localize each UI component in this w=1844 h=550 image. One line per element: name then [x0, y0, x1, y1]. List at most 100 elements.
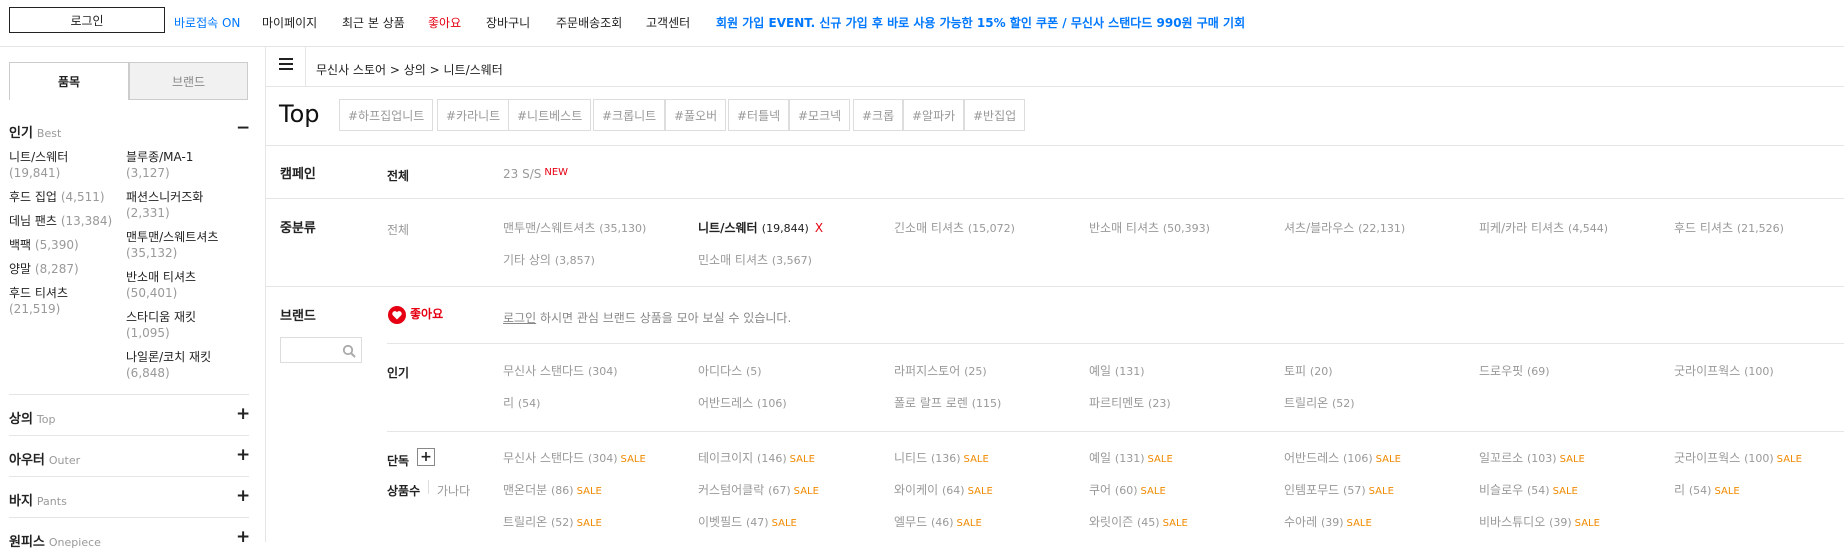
top-link[interactable]: 장바구니: [486, 14, 530, 31]
brand-search-input[interactable]: [280, 337, 362, 363]
brand-item[interactable]: 예일 (131) SALE: [1089, 449, 1173, 466]
middle-category-item[interactable]: 기타 상의 (3,857): [503, 251, 595, 268]
middle-category-item[interactable]: 반소매 티셔츠 (50,393): [1089, 219, 1210, 236]
top-link[interactable]: 회원 가입 EVENT. 신규 가입 후 바로 사용 가능한 15% 할인 쿠폰…: [716, 14, 1245, 31]
brand-item[interactable]: 무신사 스탠다드 (304): [503, 362, 618, 379]
hashtag-button[interactable]: #크롭: [853, 99, 904, 131]
middle-category-item[interactable]: 긴소매 티셔츠 (15,072): [894, 219, 1015, 236]
brand-item[interactable]: 인템포무드 (57) SALE: [1284, 481, 1394, 498]
brand-item[interactable]: 수아레 (39) SALE: [1284, 513, 1372, 530]
brand-item[interactable]: 아디다스 (5): [698, 362, 762, 379]
top-link[interactable]: 마이페이지: [262, 14, 317, 31]
middle-category-item[interactable]: 셔츠/블라우스 (22,131): [1284, 219, 1405, 236]
campaign-item[interactable]: 23 S/S NEW: [503, 167, 568, 181]
plus-icon[interactable]: +: [417, 448, 435, 466]
brand-item[interactable]: 굿라이프웍스 (100): [1674, 362, 1774, 379]
brand-item[interactable]: 어반드레스 (106) SALE: [1284, 449, 1401, 466]
login-link[interactable]: 로그인: [503, 311, 536, 325]
middle-category-item[interactable]: 맨투맨/스웨트셔츠 (35,130): [503, 219, 646, 236]
brand-item[interactable]: 파르티멘토 (23): [1089, 394, 1171, 411]
expand-icon[interactable]: +: [236, 486, 250, 506]
middle-category-item[interactable]: 후드 티셔츠 (21,526): [1674, 219, 1784, 236]
hashtag-button[interactable]: #카라니트: [437, 99, 510, 131]
hashtag-button[interactable]: #니트베스트: [508, 99, 592, 131]
sidebar-section-top[interactable]: 상의 Top: [9, 408, 55, 427]
popular-category-item[interactable]: 스타디움 재킷 (1,095): [126, 309, 196, 341]
brand-item[interactable]: 라퍼지스토어 (25): [894, 362, 987, 379]
brand-item[interactable]: 트릴리온 (52) SALE: [503, 513, 602, 530]
like-filter-button[interactable]: 좋아요: [388, 305, 443, 324]
campaign-all[interactable]: 전체: [387, 167, 409, 184]
brand-item[interactable]: 예일 (131): [1089, 362, 1145, 379]
menu-icon[interactable]: [279, 58, 293, 70]
brand-item[interactable]: 비슬로우 (54) SALE: [1479, 481, 1578, 498]
sidebar-section-onepiece[interactable]: 원피스 Onepiece: [9, 531, 101, 550]
middle-category-item[interactable]: 피케/카라 티셔츠 (4,544): [1479, 219, 1608, 236]
sort-by-count[interactable]: 상품수: [387, 482, 420, 499]
search-icon[interactable]: [342, 344, 356, 358]
top-link[interactable]: 주문배송조회: [556, 14, 622, 31]
hashtag-button[interactable]: #알파카: [903, 99, 965, 131]
top-link[interactable]: 바로접속 ON: [174, 14, 240, 31]
sort-by-name[interactable]: 가나다: [437, 482, 470, 499]
popular-category-item[interactable]: 니트/스웨터 (19,841): [9, 149, 124, 181]
popular-category-item[interactable]: 백팩 (5,390): [9, 237, 124, 253]
tab-category[interactable]: 품목: [9, 62, 129, 100]
top-bar: 로그인 바로접속 ON 마이페이지 최근 본 상품 좋아요 장바구니 주문배송조회 고객센터…: [0, 0, 1844, 47]
popular-category-item[interactable]: 데님 팬츠 (13,384): [9, 213, 124, 229]
brand-item[interactable]: 맨온더분 (86) SALE: [503, 481, 602, 498]
top-link[interactable]: 최근 본 상품: [342, 14, 405, 31]
middle-category-all[interactable]: 전체: [387, 221, 409, 238]
brand-item[interactable]: 드로우핏 (69): [1479, 362, 1550, 379]
tab-brand[interactable]: 브랜드: [129, 62, 248, 100]
top-link[interactable]: 고객센터: [646, 14, 690, 31]
login-button[interactable]: 로그인: [9, 7, 165, 33]
hashtag-button[interactable]: #하프집업니트: [339, 99, 434, 131]
popular-category-item[interactable]: 패션스니커즈화 (2,331): [126, 189, 203, 221]
category-count: (4,511): [60, 190, 105, 204]
brand-item[interactable]: 토피 (20): [1284, 362, 1333, 379]
brand-item[interactable]: 와릿이즌 (45) SALE: [1089, 513, 1188, 530]
brand-item[interactable]: 리 (54): [503, 394, 540, 411]
sidebar-section-outer[interactable]: 아우터 Outer: [9, 449, 80, 468]
brand-item[interactable]: 비바스튜디오 (39) SALE: [1479, 513, 1600, 530]
sidebar-section-pants[interactable]: 바지 Pants: [9, 490, 67, 509]
expand-icon[interactable]: +: [236, 445, 250, 465]
hashtag-button[interactable]: #반집업: [964, 99, 1026, 131]
brand-item[interactable]: 이벳필드 (47) SALE: [698, 513, 797, 530]
hashtag-button[interactable]: #풀오버: [665, 99, 727, 131]
brand-name: 비슬로우: [1479, 483, 1524, 497]
brand-item[interactable]: 어반드레스 (106): [698, 394, 787, 411]
middle-category-item[interactable]: 니트/스웨터 (19,844) X: [698, 219, 823, 236]
top-link[interactable]: 좋아요: [428, 14, 461, 31]
brand-item[interactable]: 일꼬르소 (103) SALE: [1479, 449, 1585, 466]
hashtag-button[interactable]: #크롭니트: [593, 99, 666, 131]
expand-icon[interactable]: +: [236, 527, 250, 547]
brand-item[interactable]: 쿠어 (60) SALE: [1089, 481, 1166, 498]
popular-category-item[interactable]: 양말 (8,287): [9, 261, 124, 277]
collapse-icon[interactable]: −: [236, 118, 250, 138]
hashtag-button[interactable]: #모크넥: [789, 99, 851, 131]
popular-category-item[interactable]: 반소매 티셔츠 (50,401): [126, 269, 196, 301]
expand-icon[interactable]: +: [236, 404, 250, 424]
brand-item[interactable]: 무신사 스탠다드 (304) SALE: [503, 449, 646, 466]
popular-category-item[interactable]: 맨투맨/스웨트셔츠 (35,132): [126, 229, 218, 261]
hashtag-button[interactable]: #터틀넥: [728, 99, 790, 131]
middle-category-item[interactable]: 민소매 티셔츠 (3,567): [698, 251, 812, 268]
brand-item[interactable]: 커스텀어클락 (67) SALE: [698, 481, 819, 498]
brand-item[interactable]: 굿라이프웍스 (100) SALE: [1674, 449, 1802, 466]
popular-category-item[interactable]: 블루종/MA-1 (3,127): [126, 149, 193, 181]
brand-item[interactable]: 와이케이 (64) SALE: [894, 481, 993, 498]
brand-item[interactable]: 폴로 랄프 로렌 (115): [894, 394, 1001, 411]
popular-category-item[interactable]: 후드 티셔츠 (21,519): [9, 285, 124, 317]
section-popular-title[interactable]: 인기 Best: [9, 122, 61, 141]
brand-item[interactable]: 트릴리온 (52): [1284, 394, 1355, 411]
brand-item[interactable]: 니티드 (136) SALE: [894, 449, 989, 466]
popular-category-item[interactable]: 나일론/코치 재킷 (6,848): [126, 349, 211, 381]
brand-item[interactable]: 테이크이지 (146) SALE: [698, 449, 815, 466]
sale-badge: SALE: [789, 454, 815, 465]
popular-category-item[interactable]: 후드 집업 (4,511): [9, 189, 124, 205]
brand-item[interactable]: 리 (54) SALE: [1674, 481, 1740, 498]
brand-item[interactable]: 엘무드 (46) SALE: [894, 513, 982, 530]
remove-filter-icon[interactable]: X: [815, 221, 823, 235]
